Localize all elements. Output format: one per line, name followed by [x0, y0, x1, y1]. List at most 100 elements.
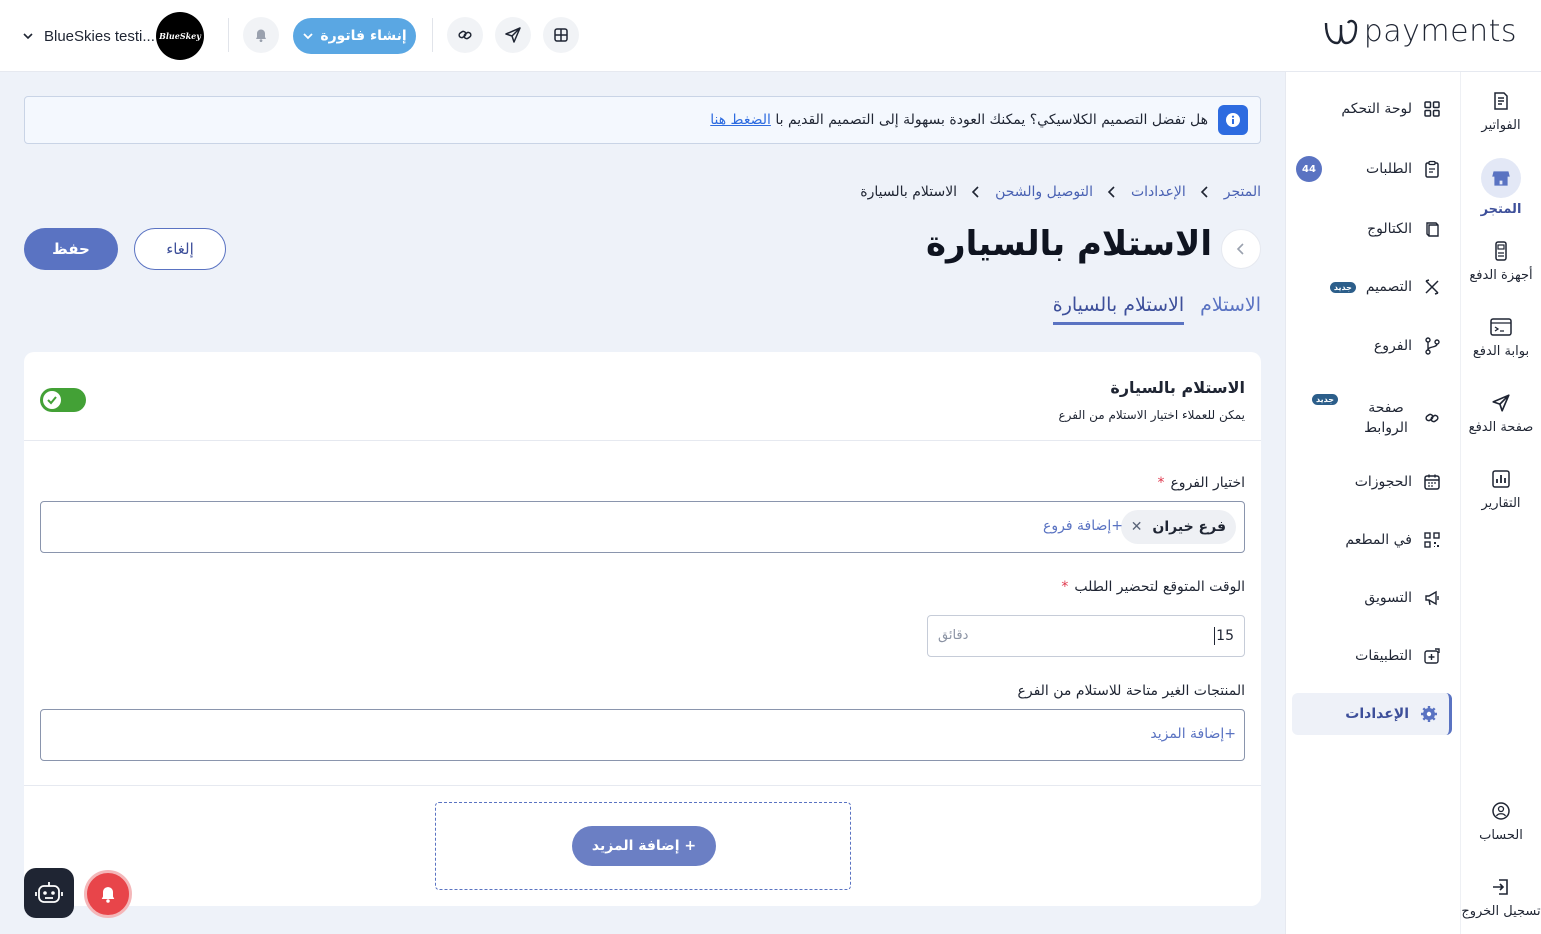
rail-item-invoices[interactable]: الفواتير [1461, 90, 1541, 133]
submenu-label: الحجوزات [1354, 474, 1412, 490]
brand-logo[interactable]: payments [1322, 14, 1517, 49]
submenu-item-marketing[interactable]: التسويق [1292, 577, 1452, 619]
add-branches-link[interactable]: +إضافة فروع [1043, 518, 1123, 534]
car-pickup-toggle[interactable] [40, 388, 86, 412]
submenu-item-restaurant[interactable]: في المطعم [1292, 519, 1452, 561]
submenu-item-apps[interactable]: التطبيقات [1292, 635, 1452, 677]
submenu-label: لوحة التحكم [1341, 101, 1412, 117]
back-button[interactable] [1221, 229, 1261, 269]
required-mark: * [1157, 475, 1165, 491]
send-button[interactable] [495, 17, 531, 53]
card-subtitle: يمكن للعملاء اختيار الاستلام من الفرع [1058, 408, 1245, 422]
rail-label: التقارير [1481, 496, 1521, 511]
tab-car-pickup[interactable]: الاستلام بالسيارة [1052, 294, 1185, 325]
submenu-label: التطبيقات [1355, 648, 1412, 664]
toggle-knob [43, 391, 61, 409]
rail-label: الفواتير [1481, 118, 1521, 133]
new-badge: جديد [1312, 394, 1339, 405]
required-mark: * [1061, 579, 1069, 595]
link-button[interactable] [447, 17, 483, 53]
prep-time-label: الوقت المتوقع لتحضير الطلب * [1061, 579, 1245, 595]
unavailable-products-select[interactable]: +إضافة المزيد [40, 709, 1245, 761]
submenu-item-orders[interactable]: الطلبات 44 [1292, 148, 1452, 190]
account-switcher[interactable]: BlueSkies testi... [22, 16, 155, 56]
add-more-area: + إضافة المزيد [435, 802, 851, 890]
account-icon [1490, 800, 1512, 822]
bell-icon [256, 29, 266, 42]
divider [24, 440, 1261, 441]
breadcrumb-shipping[interactable]: التوصيل والشحن [995, 184, 1093, 200]
breadcrumb-settings[interactable]: الإعدادات [1131, 184, 1186, 200]
new-badge: جديد [1329, 281, 1356, 293]
send-icon [505, 27, 521, 43]
submenu-item-design[interactable]: التصميم جديد [1292, 266, 1452, 308]
add-more-products-link[interactable]: +إضافة المزيد [1150, 726, 1236, 742]
divider [432, 18, 433, 52]
submenu-item-link-page[interactable]: صفحة الروابط جديد [1292, 392, 1452, 444]
create-invoice-button[interactable]: إنشاء فاتورة [293, 18, 416, 54]
close-icon[interactable]: ✕ [1131, 519, 1143, 535]
unavailable-products-label: المنتجات الغير متاحة للاستلام من الفرع [1017, 683, 1245, 699]
rail-item-reports[interactable]: التقارير [1461, 468, 1541, 511]
logo-text: payments [1363, 14, 1517, 49]
branches-label-text: اختيار الفروع [1170, 475, 1245, 491]
prep-time-label-text: الوقت المتوقع لتحضير الطلب [1074, 579, 1245, 595]
prep-time-value: 15 [1214, 627, 1234, 645]
tab-pickup[interactable]: الاستلام [1200, 294, 1261, 325]
divider [228, 18, 229, 52]
rail-label: الحساب [1479, 828, 1523, 843]
notice-link[interactable]: الضغط هنا [710, 112, 771, 128]
rail-item-gateway[interactable]: بوابة الدفع [1461, 316, 1541, 359]
invoice-icon [1490, 90, 1512, 112]
avatar[interactable]: BlueSkey [156, 12, 204, 60]
info-icon [1218, 105, 1248, 135]
cancel-button[interactable]: إلغاء [134, 228, 226, 270]
rail-item-account[interactable]: الحساب [1461, 800, 1541, 843]
orders-icon [1422, 159, 1442, 179]
submenu-label: التسويق [1364, 590, 1412, 606]
notifications-button[interactable] [243, 17, 279, 53]
avatar-text: BlueSkey [159, 31, 201, 41]
rail-label: المتجر [1480, 202, 1522, 217]
link-icon [458, 30, 472, 40]
submenu-item-catalog[interactable]: الكتالوج [1292, 208, 1452, 250]
submenu-item-bookings[interactable]: الحجوزات [1292, 461, 1452, 503]
rail-item-store[interactable]: المتجر [1461, 158, 1541, 217]
branches-label: اختيار الفروع * [1157, 475, 1245, 491]
catalog-icon [1422, 219, 1442, 239]
rail-item-payment-page[interactable]: صفحة الدفع [1461, 392, 1541, 435]
logo-mark-icon [1324, 19, 1357, 44]
icon-rail: الفواتير المتجر أجهزة الدفع بوابة الدفع … [1461, 72, 1541, 934]
pos-button[interactable] [543, 17, 579, 53]
save-button[interactable]: حفظ [24, 228, 118, 270]
account-name: BlueSkies testi... [44, 27, 155, 45]
submenu-label: صفحة الروابط [1364, 400, 1408, 436]
breadcrumb: المتجر الإعدادات التوصيل والشحن الاستلام… [860, 184, 1261, 200]
submenu-item-dashboard[interactable]: لوحة التحكم [1292, 88, 1452, 130]
design-icon [1422, 277, 1442, 297]
submenu-item-branches[interactable]: الفروع [1292, 325, 1452, 367]
chatbot-button[interactable] [24, 868, 74, 918]
orders-count-badge: 44 [1296, 156, 1322, 182]
breadcrumb-store[interactable]: المتجر [1224, 184, 1261, 200]
robot-icon [35, 882, 63, 903]
classic-design-notice: هل تفضل التصميم الكلاسيكي؟ يمكنك العودة … [24, 96, 1261, 144]
megaphone-icon [1422, 588, 1442, 608]
car-pickup-card: الاستلام بالسيارة يمكن للعملاء اختيار ال… [24, 352, 1261, 906]
send-icon [1490, 392, 1512, 414]
prep-time-input[interactable]: 15 دقائق [927, 615, 1245, 657]
branches-select[interactable]: فرع خيران ✕ +إضافة فروع [40, 501, 1245, 553]
rail-item-pos-devices[interactable]: أجهزة الدفع [1461, 240, 1541, 283]
notice-text: هل تفضل التصميم الكلاسيكي؟ يمكنك العودة … [775, 112, 1208, 128]
rail-item-logout[interactable]: تسجيل الخروج [1461, 876, 1541, 919]
calendar-icon [1422, 472, 1442, 492]
pos-device-icon [1490, 240, 1512, 262]
add-more-button[interactable]: + إضافة المزيد [572, 826, 716, 866]
chevron-left-icon [1236, 243, 1244, 255]
top-bar: payments BlueSkies testi... BlueSkey إنش… [0, 0, 1541, 72]
pos-grid-icon [554, 28, 568, 42]
divider [24, 785, 1261, 786]
rail-label: صفحة الدفع [1468, 420, 1534, 435]
submenu-item-settings[interactable]: الإعدادات [1292, 693, 1452, 735]
alerts-button[interactable] [84, 870, 132, 918]
